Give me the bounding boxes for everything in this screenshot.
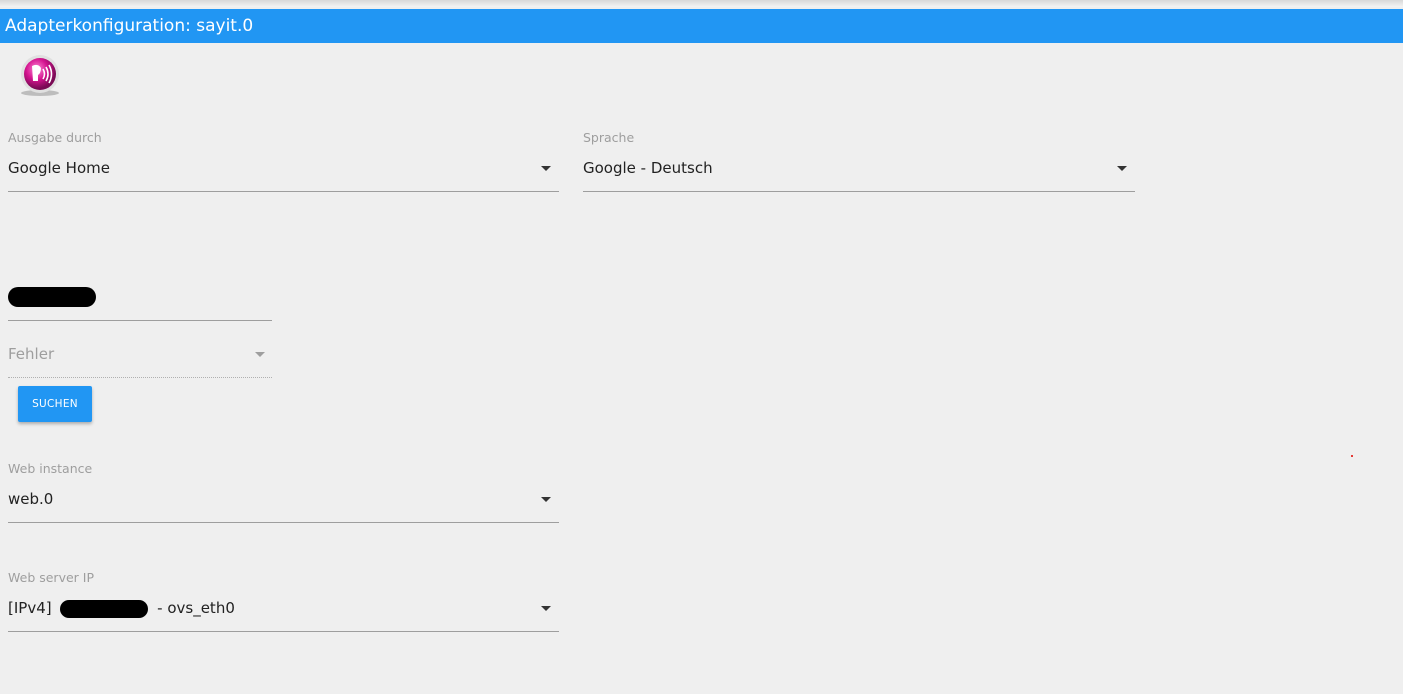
ausgabe-select[interactable]: Ausgabe durch Google Home — [8, 130, 559, 192]
chevron-down-icon — [541, 166, 551, 171]
redacted-text — [8, 287, 96, 307]
web-server-ip-underline — [8, 631, 559, 632]
ip-version-prefix: [IPv4] — [8, 599, 52, 617]
chevron-down-icon — [1117, 166, 1127, 171]
web-instance-select[interactable]: Web instance web.0 — [8, 461, 559, 523]
window-title: Adapterkonfiguration: sayit.0 — [5, 16, 254, 36]
redacted-ip — [60, 599, 149, 618]
fehler-select[interactable]: Fehler — [8, 344, 272, 378]
chevron-down-icon — [541, 497, 551, 502]
fehler-underline — [8, 377, 272, 378]
web-instance-label: Web instance — [8, 461, 93, 476]
window-top-border — [0, 0, 1403, 7]
web-server-ip-label: Web server IP — [8, 570, 94, 585]
suchen-button[interactable]: SUCHEN — [18, 386, 92, 422]
ausgabe-label: Ausgabe durch — [8, 130, 102, 145]
ausgabe-underline — [8, 191, 559, 192]
sprache-select[interactable]: Sprache Google - Deutsch — [583, 130, 1135, 192]
window-title-bar: Adapterkonfiguration: sayit.0 — [0, 9, 1403, 43]
web-server-ip-value: [IPv4] - ovs_eth0 — [8, 599, 235, 618]
web-instance-underline — [8, 522, 559, 523]
device-name-input[interactable] — [8, 282, 272, 322]
sayit-speaker-icon — [18, 53, 64, 99]
fehler-value: Fehler — [8, 345, 55, 363]
stray-pixel — [1351, 455, 1353, 457]
web-server-ip-select[interactable]: Web server IP [IPv4] - ovs_eth0 — [8, 570, 559, 632]
chevron-down-icon — [541, 606, 551, 611]
sprache-underline — [583, 191, 1135, 192]
web-instance-value: web.0 — [8, 490, 54, 508]
ausgabe-value: Google Home — [8, 159, 110, 177]
interface-suffix: - ovs_eth0 — [157, 599, 235, 617]
chevron-down-icon — [255, 352, 265, 357]
sprache-value: Google - Deutsch — [583, 159, 713, 177]
sprache-label: Sprache — [583, 130, 635, 145]
device-name-underline — [8, 320, 272, 321]
